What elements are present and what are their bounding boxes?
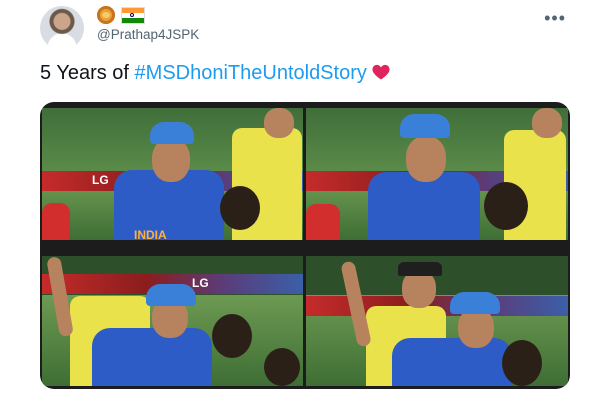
media-photo-1[interactable]: LG INDIA: [42, 108, 303, 240]
spectator-head: [212, 314, 252, 358]
player-cap: [146, 284, 196, 306]
spectator-shirt: [306, 204, 340, 240]
tweet-header: @Prathap4JSPK •••: [40, 4, 580, 50]
author-handle[interactable]: @Prathap4JSPK: [97, 27, 199, 42]
media-grid[interactable]: LG INDIA LG LG LG: [40, 102, 570, 389]
spectator-head: [502, 340, 542, 386]
ad-board-text: LG: [92, 173, 109, 188]
media-photo-2[interactable]: LG: [306, 108, 568, 240]
player-cap: [150, 122, 194, 144]
display-name-emojis: [97, 6, 145, 24]
red-heart-icon: [372, 64, 390, 80]
player-face: [152, 138, 190, 182]
player-jersey: [92, 328, 212, 386]
spectator-head: [220, 186, 260, 230]
spectator-shirt: [42, 203, 70, 240]
official-cap: [398, 262, 442, 276]
lion-emoji-icon: [97, 6, 115, 24]
tweet-text-prefix: 5 Years of: [40, 62, 135, 84]
official-face: [264, 108, 294, 138]
hashtag-link[interactable]: #MSDhoniTheUntoldStory: [135, 62, 367, 84]
india-flag-icon: [121, 6, 145, 24]
spectator-head: [484, 182, 528, 230]
player-cap: [400, 114, 450, 138]
tweet-text: 5 Years of #MSDhoniTheUntoldStory: [40, 60, 391, 86]
more-options-icon[interactable]: •••: [544, 8, 566, 29]
player-face: [458, 308, 494, 348]
media-photo-3[interactable]: LG: [42, 256, 303, 386]
author-avatar[interactable]: [40, 6, 84, 50]
player-jersey: [392, 338, 512, 386]
ad-board-text: LG: [192, 276, 209, 290]
spectator-head: [264, 348, 300, 386]
official-face: [532, 108, 562, 138]
media-photo-4[interactable]: LG: [306, 256, 568, 386]
player-jersey: [368, 172, 480, 240]
player-cap: [450, 292, 500, 314]
player-face: [406, 136, 446, 182]
jersey-text: INDIA: [134, 228, 167, 240]
